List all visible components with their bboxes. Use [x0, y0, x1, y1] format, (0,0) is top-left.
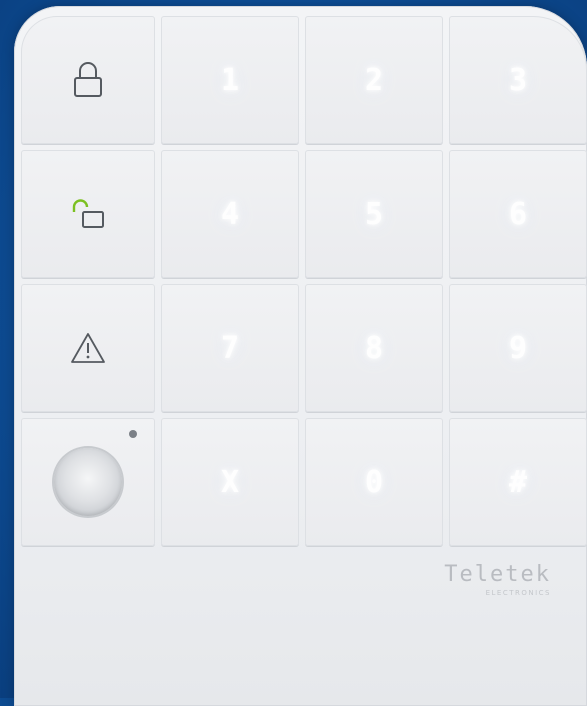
warning-triangle-icon	[69, 331, 107, 365]
key-8[interactable]: 8	[305, 284, 443, 412]
key-3[interactable]: 3	[449, 16, 587, 144]
proximity-sensor[interactable]	[21, 418, 155, 546]
brand-name: Teletek	[444, 562, 551, 587]
key-0[interactable]: 0	[305, 418, 443, 546]
key-9-label: 9	[508, 330, 528, 366]
key-0-label: 0	[364, 464, 384, 500]
key-8-label: 8	[364, 330, 384, 366]
key-4-label: 4	[220, 196, 240, 232]
panic-button[interactable]	[21, 284, 155, 412]
keypad-device: 1 2 3 4 5 6 7 8 9 X 0 # Teletek ELECTRON…	[14, 6, 587, 706]
key-7-label: 7	[220, 330, 240, 366]
key-6-label: 6	[508, 196, 528, 232]
key-6[interactable]: 6	[449, 150, 587, 278]
keypad-grid: 1 2 3 4 5 6 7 8 9 X 0 #	[21, 16, 587, 546]
key-2-label: 2	[364, 62, 384, 98]
brand-logo: Teletek ELECTRONICS	[444, 562, 551, 597]
arm-button[interactable]	[21, 16, 155, 144]
key-x-label: X	[220, 464, 240, 500]
key-9[interactable]: 9	[449, 284, 587, 412]
key-hash-label: #	[508, 464, 528, 500]
key-5-label: 5	[364, 196, 384, 232]
proximity-sensor-icon	[54, 448, 122, 516]
status-led-icon	[129, 430, 137, 438]
lock-closed-icon	[71, 60, 105, 100]
key-x[interactable]: X	[161, 418, 299, 546]
key-1[interactable]: 1	[161, 16, 299, 144]
key-5[interactable]: 5	[305, 150, 443, 278]
disarm-button[interactable]	[21, 150, 155, 278]
key-4[interactable]: 4	[161, 150, 299, 278]
lock-open-icon	[68, 196, 108, 232]
key-hash[interactable]: #	[449, 418, 587, 546]
key-7[interactable]: 7	[161, 284, 299, 412]
brand-subtitle: ELECTRONICS	[485, 589, 551, 597]
key-1-label: 1	[220, 62, 240, 98]
key-2[interactable]: 2	[305, 16, 443, 144]
key-3-label: 3	[508, 62, 528, 98]
